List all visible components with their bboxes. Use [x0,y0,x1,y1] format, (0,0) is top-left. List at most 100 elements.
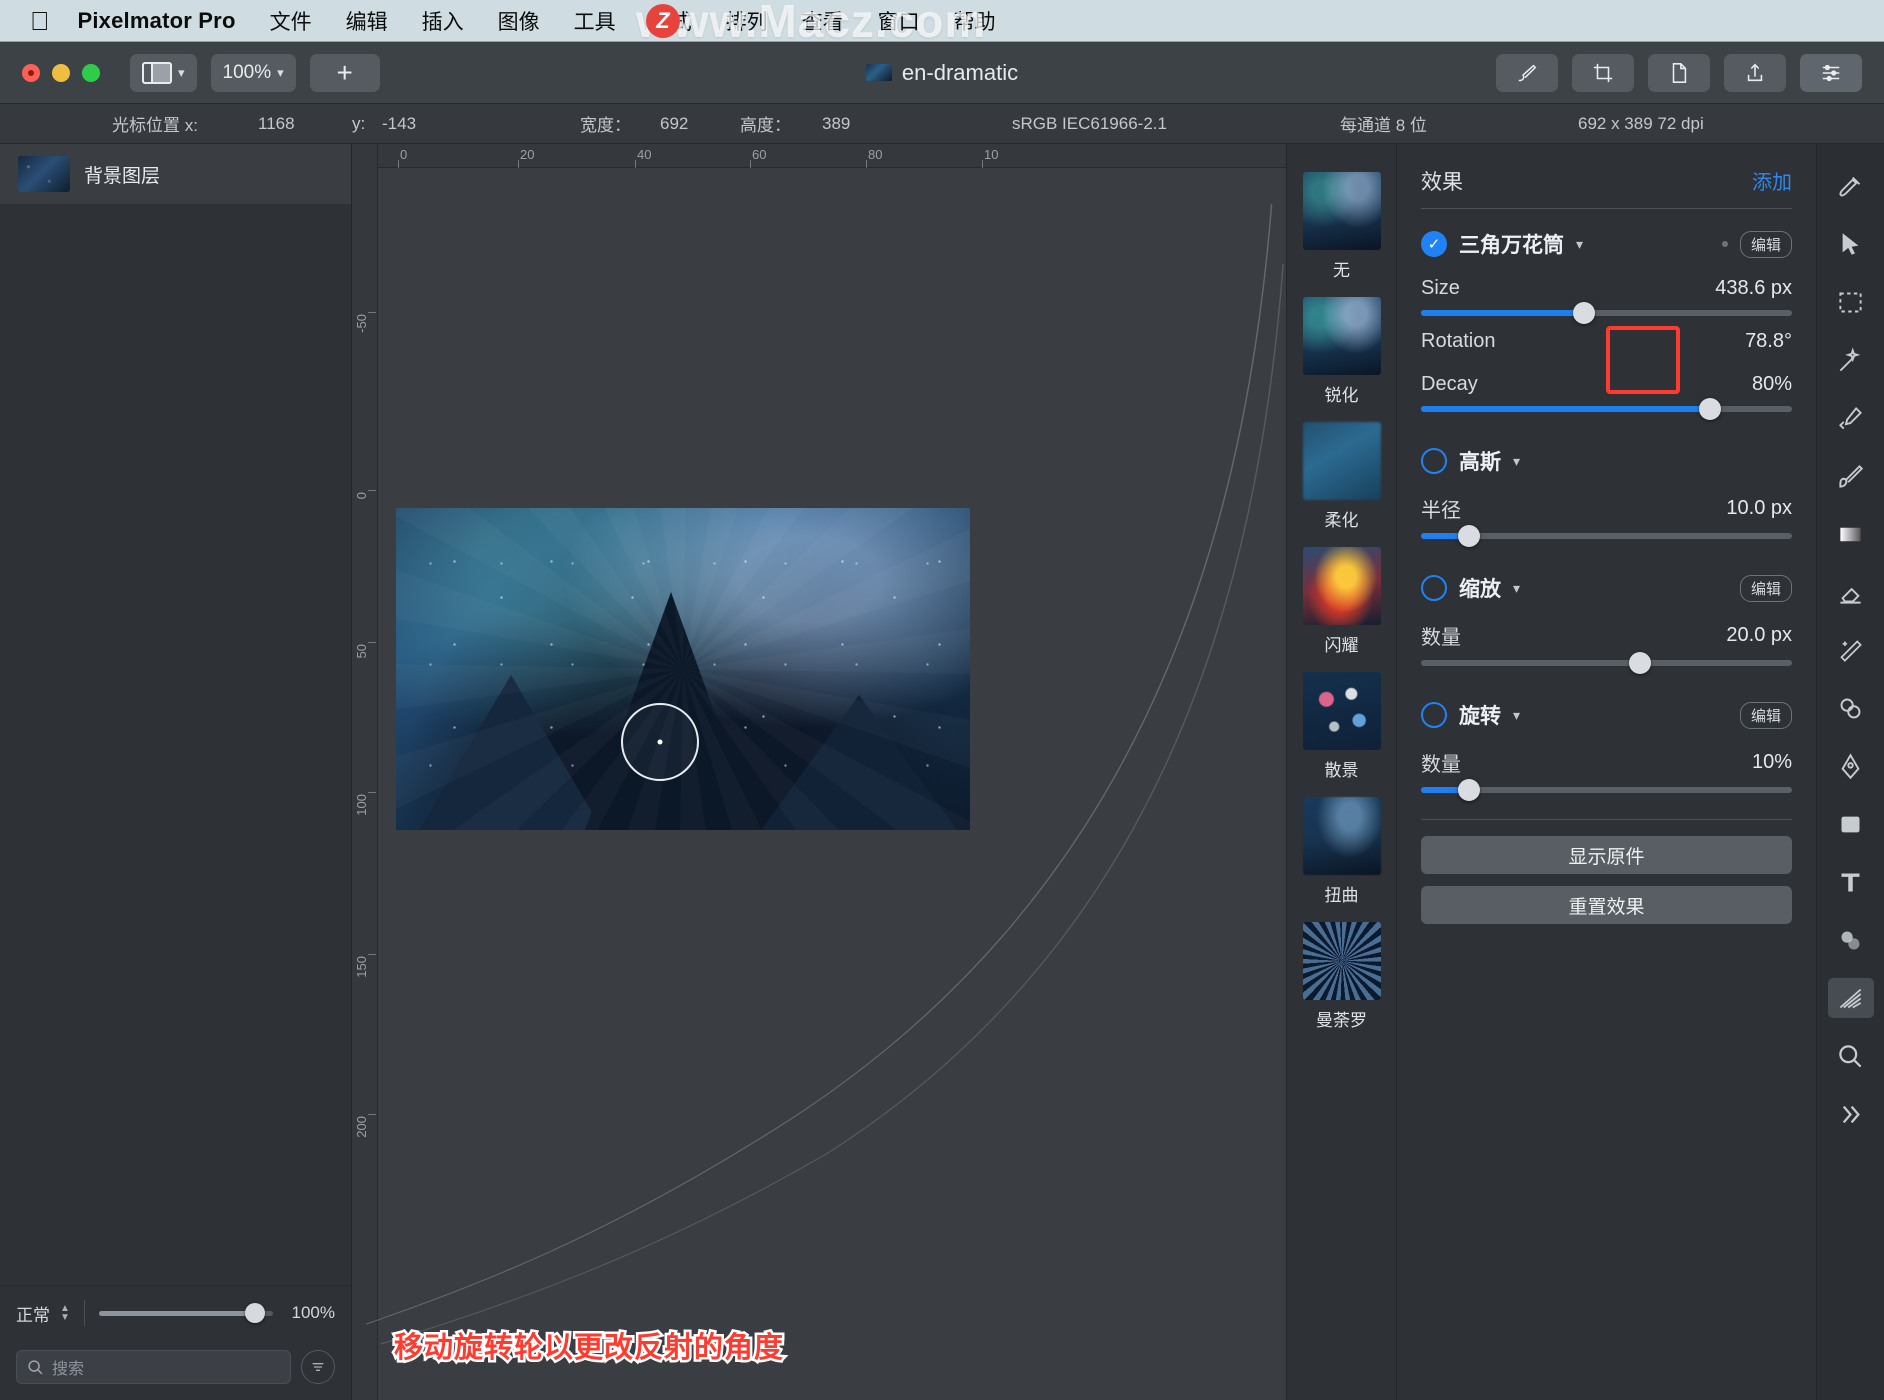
menu-item-view[interactable]: 查看 [802,6,844,36]
effects-tool[interactable] [1827,978,1874,1018]
tools-sidebar[interactable] [1816,144,1884,1400]
edit-effect-button[interactable]: 编辑 [1739,230,1792,258]
color-picker-tool[interactable] [1828,398,1874,438]
menu-item-image[interactable]: 图像 [498,6,540,36]
add-effect-button[interactable]: 添加 [1752,166,1792,195]
effect-header-gaussian[interactable]: 高斯 ▾ [1421,446,1792,476]
slider-fill [1421,406,1711,412]
effects-browser[interactable]: 无 锐化 柔化 闪耀 散景 扭曲 曼荼罗 [1286,144,1396,1400]
inspector-toggle-button[interactable] [1800,53,1862,92]
arrange-tool[interactable] [1828,224,1874,264]
shape-tool[interactable] [1828,804,1874,844]
menu-item-edit[interactable]: 编辑 [346,6,388,36]
decay-slider[interactable] [1421,398,1792,420]
app-name-menu[interactable]: Pixelmator Pro [78,8,236,34]
slider-knob[interactable] [1458,779,1481,801]
effect-enabled-checkbox[interactable] [1421,448,1447,474]
paint-tool-button[interactable] [1496,53,1558,92]
slider-knob[interactable] [1628,652,1651,674]
apple-menu-icon[interactable]:  [30,8,50,34]
effect-preset-sharpen[interactable]: 锐化 [1302,297,1381,406]
menu-item-file[interactable]: 文件 [270,6,312,36]
zoom-tool[interactable] [1828,1036,1874,1076]
style-tool[interactable] [1828,920,1874,960]
canvas-area[interactable]: 0 20 40 60 80 10 -50 0 50 100 150 200 移动… [352,144,1286,1400]
opacity-knob[interactable] [245,1303,266,1323]
repair-tool[interactable] [1828,166,1874,206]
chevron-down-icon: ▾ [277,64,284,80]
eraser-tool[interactable] [1828,572,1874,612]
pixel-tool[interactable] [1828,630,1874,670]
filter-button[interactable] [301,1350,335,1384]
menu-item-insert[interactable]: 插入 [422,6,464,36]
blend-mode-value[interactable]: 正常 [16,1301,50,1326]
document-tool-button[interactable] [1648,53,1710,92]
rotate-amount-slider[interactable] [1421,779,1792,801]
layers-empty-space [0,204,351,1285]
share-button[interactable] [1724,53,1786,92]
effect-preset-distort[interactable]: 扭曲 [1302,797,1381,906]
ruler-v-tick-label: 100 [354,794,369,816]
clone-tool[interactable] [1828,688,1874,728]
edit-effect-button[interactable]: 编辑 [1739,701,1792,729]
crop-tool-button[interactable] [1572,53,1634,92]
zoom-amount-slider[interactable] [1421,652,1792,674]
magic-wand-tool[interactable] [1828,340,1874,380]
show-original-button[interactable]: 显示原件 [1421,836,1792,874]
ruler-h-tick [518,160,519,168]
search-input[interactable]: 搜索 [16,1350,291,1384]
effect-thumbnail-icon [1302,422,1381,500]
ruler-v-tick-label: 0 [354,492,369,500]
effect-preset-mandala[interactable]: 曼荼罗 [1302,922,1381,1031]
slider-knob[interactable] [1573,302,1596,324]
effect-header-zoom[interactable]: 缩放 ▾ 编辑 [1421,573,1792,603]
slider-knob[interactable] [1458,525,1481,547]
effect-enabled-checkbox[interactable] [1421,702,1447,728]
minimize-window-button[interactable] [52,63,70,82]
layers-search-row: 搜索 [0,1340,351,1400]
reset-effects-button[interactable]: 重置效果 [1421,886,1792,924]
chevron-down-icon[interactable]: ▾ [1513,580,1520,597]
menu-item-help[interactable]: 帮助 [954,6,996,36]
layer-row[interactable]: 背景图层 [0,144,351,204]
canvas-image[interactable] [396,508,970,830]
param-value: 10% [1751,751,1792,773]
effect-preset-bokeh[interactable]: 散景 [1302,672,1381,781]
slider-knob[interactable] [1699,398,1722,420]
size-slider[interactable] [1421,302,1792,324]
radius-slider[interactable] [1421,525,1792,547]
ruler-v-tick [368,642,376,643]
effect-preset-none[interactable]: 无 [1302,172,1381,281]
effect-preset-flare[interactable]: 闪耀 [1302,547,1381,656]
edit-effect-button[interactable]: 编辑 [1739,574,1792,602]
chevron-down-icon[interactable]: ▾ [1513,453,1520,470]
chevron-down-icon[interactable]: ▾ [1513,707,1520,724]
add-button[interactable]: + [309,53,380,92]
rect-select-tool[interactable] [1828,282,1874,322]
effect-header-kaleidoscope[interactable]: ✓ 三角万花筒 ▾ 编辑 [1421,229,1792,259]
menu-item-arrange[interactable]: 排列 [726,6,768,36]
effect-enabled-checkbox[interactable] [1421,575,1447,601]
layout-toggle-button[interactable]: ▾ [130,53,197,92]
effect-enabled-checkbox[interactable]: ✓ [1421,231,1447,257]
opacity-slider[interactable] [98,1303,273,1323]
close-window-button[interactable] [22,63,40,82]
maximize-window-button[interactable] [82,63,100,82]
zoom-level-dropdown[interactable]: 100% ▾ [210,53,296,92]
search-placeholder: 搜索 [52,1361,85,1378]
pen-tool[interactable] [1828,746,1874,786]
text-tool[interactable] [1828,862,1874,902]
gradient-tool[interactable] [1828,514,1874,554]
paint-brush-tool[interactable] [1828,456,1874,496]
chevron-down-icon[interactable]: ▾ [1576,236,1583,253]
more-tools-button[interactable] [1828,1094,1874,1134]
menu-item-window[interactable]: 窗口 [878,6,920,36]
effect-preset-soften[interactable]: 柔化 [1302,422,1381,531]
effects-icon [1839,988,1862,1008]
stepper-icon[interactable]: ▲ ▼ [60,1304,70,1323]
rotation-handle-onscreen[interactable] [621,703,699,781]
param-value: 10.0 px [1726,497,1792,519]
colorspace-value: sRGB IEC61966-2.1 [1012,113,1167,133]
menu-item-tools[interactable]: 工具 [574,6,616,36]
effect-header-rotate[interactable]: 旋转 ▾ 编辑 [1421,700,1792,730]
